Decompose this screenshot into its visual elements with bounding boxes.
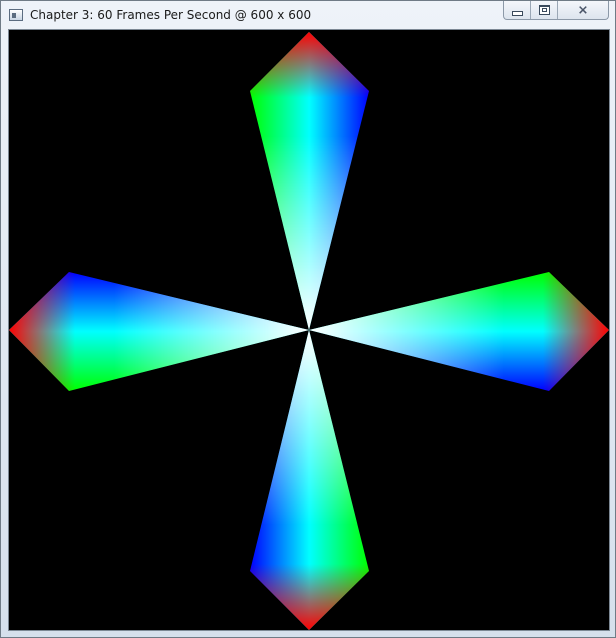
close-button[interactable]: ⨯	[558, 1, 608, 19]
minimize-icon	[511, 10, 523, 16]
app-window: Chapter 3: 60 Frames Per Second @ 600 x …	[0, 0, 616, 638]
close-icon: ⨯	[577, 2, 589, 18]
app-window-icon[interactable]	[9, 9, 23, 21]
maximize-button[interactable]	[531, 1, 558, 19]
rendered-scene	[9, 30, 609, 630]
minimize-button[interactable]	[504, 1, 531, 19]
render-canvas[interactable]	[8, 29, 610, 631]
window-title: Chapter 3: 60 Frames Per Second @ 600 x …	[30, 8, 312, 22]
caption-buttons: ⨯	[503, 1, 609, 20]
maximize-icon	[538, 5, 550, 15]
title-bar[interactable]: Chapter 3: 60 Frames Per Second @ 600 x …	[1, 1, 615, 30]
